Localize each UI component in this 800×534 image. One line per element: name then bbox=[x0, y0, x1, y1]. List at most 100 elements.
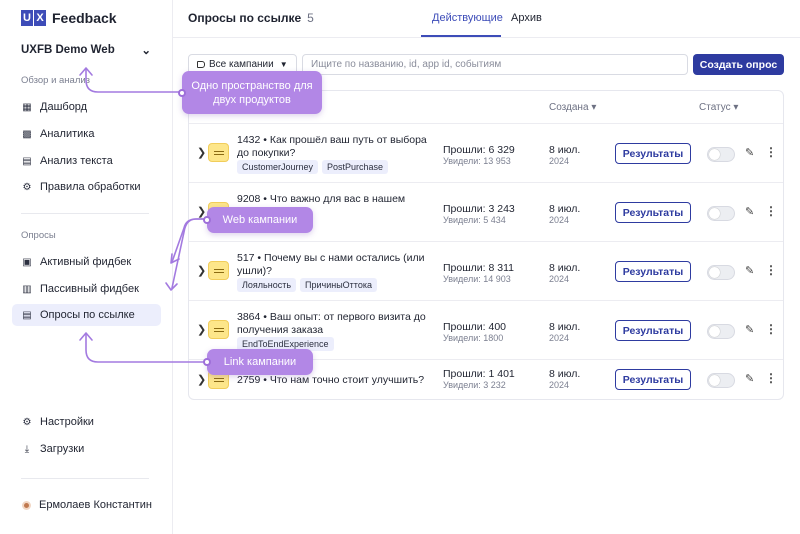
filter-label: Все кампании bbox=[209, 59, 274, 70]
survey-title[interactable]: 9208 • Что важно для вас в нашем bbox=[237, 193, 427, 206]
create-survey-button[interactable]: Создать опрос bbox=[693, 54, 784, 75]
sidebar-item-label: Опросы по ссылке bbox=[40, 309, 135, 321]
results-button[interactable]: Результаты bbox=[615, 202, 691, 223]
passed-count: Прошли: 8 311 bbox=[443, 262, 514, 274]
page-title: Опросы по ссылке 5 bbox=[188, 11, 314, 25]
callout-web: Web кампании bbox=[203, 207, 313, 233]
callout-dot bbox=[203, 216, 211, 224]
sidebar-item-rules[interactable]: ⚙ Правила обработки bbox=[12, 176, 161, 198]
logo-text: Feedback bbox=[52, 10, 117, 26]
table-row[interactable]: ❯ 517 • Почему вы с нами остались (или у… bbox=[189, 241, 783, 300]
passed-count: Прошли: 3 243 bbox=[443, 203, 515, 215]
chevron-right-icon[interactable]: ❯ bbox=[197, 264, 206, 277]
pencil-icon[interactable]: ✎ bbox=[745, 205, 754, 218]
chevron-right-icon[interactable]: ❯ bbox=[197, 323, 206, 336]
pencil-icon[interactable]: ✎ bbox=[745, 264, 754, 277]
user-profile[interactable]: Ермолаев Константин bbox=[12, 494, 161, 516]
column-header-status[interactable]: Статус ▾ bbox=[699, 102, 738, 113]
status-toggle[interactable] bbox=[707, 147, 735, 162]
sidebar-item-link-surveys[interactable]: ▤ Опросы по ссылке bbox=[12, 304, 161, 326]
sidebar-item-label: Аналитика bbox=[40, 128, 95, 140]
callout-workspace-text: Одно пространство для двух продуктов bbox=[191, 79, 313, 106]
workspace-selector[interactable]: UXFB Demo Web ⌄ bbox=[21, 43, 151, 57]
more-vertical-icon[interactable]: ⋮ bbox=[765, 371, 777, 385]
results-button[interactable]: Результаты bbox=[615, 143, 691, 164]
sidebar-item-settings[interactable]: ⚙ Настройки bbox=[12, 411, 161, 433]
logo-letter-x: X bbox=[34, 10, 46, 26]
sidebar-item-analytics[interactable]: ▩ Аналитика bbox=[12, 123, 161, 145]
status-toggle[interactable] bbox=[707, 265, 735, 280]
link-survey-icon: ▤ bbox=[22, 309, 32, 321]
chevron-right-icon[interactable]: ❯ bbox=[197, 146, 206, 159]
created-date: 8 июл. bbox=[549, 262, 581, 274]
more-vertical-icon[interactable]: ⋮ bbox=[765, 263, 777, 277]
column-header-created-label: Создана bbox=[549, 102, 589, 113]
sidebar-item-text-analysis[interactable]: ▤ Анализ текста bbox=[12, 150, 161, 172]
download-icon: ⤓ bbox=[24, 443, 30, 455]
sidebar-item-dashboard[interactable]: ▦ Дашборд bbox=[12, 96, 161, 118]
search-input[interactable] bbox=[302, 54, 688, 75]
more-vertical-icon[interactable]: ⋮ bbox=[765, 322, 777, 336]
tag: Лояльность bbox=[237, 278, 297, 292]
created-date: 8 июл. bbox=[549, 203, 581, 215]
survey-title[interactable]: 2759 • Что нам точно стоит улучшить? bbox=[237, 374, 427, 387]
column-header-created[interactable]: Создана ▾ bbox=[549, 102, 596, 113]
table-row[interactable]: ❯ 1432 • Как прошёл ваш путь от выбора д… bbox=[189, 123, 783, 182]
sidebar-item-label: Правила обработки bbox=[40, 181, 141, 193]
avatar bbox=[22, 500, 31, 510]
sidebar-item-downloads[interactable]: ⤓ Загрузки bbox=[12, 438, 161, 460]
pencil-icon[interactable]: ✎ bbox=[745, 146, 754, 159]
sidebar-divider bbox=[21, 478, 149, 479]
pencil-icon[interactable]: ✎ bbox=[745, 372, 754, 385]
status-toggle[interactable] bbox=[707, 373, 735, 388]
workspace-name: UXFB Demo Web bbox=[21, 44, 115, 56]
survey-title[interactable]: 517 • Почему вы с нами остались (или ушл… bbox=[237, 252, 427, 278]
survey-title[interactable]: 3864 • Ваш опыт: от первого визита до по… bbox=[237, 311, 427, 337]
sidebar-item-label: Настройки bbox=[40, 416, 94, 428]
seen-count: Увидели: 5 434 bbox=[443, 215, 506, 225]
seen-count: Увидели: 1800 bbox=[443, 333, 504, 343]
created-year: 2024 bbox=[549, 274, 570, 284]
status-toggle[interactable] bbox=[707, 206, 735, 221]
tag: PostPurchase bbox=[322, 160, 389, 174]
section-label-overview: Обзор и анализ bbox=[21, 75, 91, 86]
sidebar-item-label: Дашборд bbox=[40, 101, 88, 113]
survey-title[interactable]: 1432 • Как прошёл ваш путь от выбора до … bbox=[237, 134, 427, 160]
tag-icon bbox=[197, 61, 205, 68]
tab-archive[interactable]: Архив bbox=[511, 12, 542, 24]
section-label-surveys: Опросы bbox=[21, 230, 56, 241]
created-year: 2024 bbox=[549, 380, 570, 390]
user-name: Ермолаев Константин bbox=[39, 499, 152, 511]
chevron-right-icon[interactable]: ❯ bbox=[197, 373, 206, 386]
more-vertical-icon[interactable]: ⋮ bbox=[765, 145, 777, 159]
results-button[interactable]: Результаты bbox=[615, 369, 691, 390]
column-header-status-label: Статус bbox=[699, 102, 731, 113]
active-feedback-icon: ▣ bbox=[22, 256, 32, 268]
more-vertical-icon[interactable]: ⋮ bbox=[765, 204, 777, 218]
created-year: 2024 bbox=[549, 215, 570, 225]
passed-count: Прошли: 6 329 bbox=[443, 144, 515, 156]
sidebar: UX Feedback UXFB Demo Web ⌄ Обзор и анал… bbox=[0, 0, 173, 534]
results-button[interactable]: Результаты bbox=[615, 320, 691, 341]
logo[interactable]: UX Feedback bbox=[21, 10, 117, 26]
sidebar-item-passive-feedback[interactable]: ▥ Пассивный фидбек bbox=[12, 278, 161, 300]
header-divider bbox=[173, 37, 800, 38]
status-toggle[interactable] bbox=[707, 324, 735, 339]
sidebar-item-label: Активный фидбек bbox=[40, 256, 132, 268]
pencil-icon[interactable]: ✎ bbox=[745, 323, 754, 336]
tab-active[interactable]: Действующие bbox=[432, 12, 503, 24]
results-button[interactable]: Результаты bbox=[615, 261, 691, 282]
created-year: 2024 bbox=[549, 333, 570, 343]
created-date: 8 июл. bbox=[549, 321, 581, 333]
chevron-down-icon: ⌄ bbox=[141, 45, 151, 57]
callout-dot bbox=[203, 358, 211, 366]
seen-count: Увидели: 13 953 bbox=[443, 156, 511, 166]
tag-list: CustomerJourney PostPurchase bbox=[237, 160, 392, 174]
callout-workspace: Одно пространство для двух продуктов bbox=[178, 71, 322, 114]
sidebar-item-active-feedback[interactable]: ▣ Активный фидбек bbox=[12, 251, 161, 273]
grid-icon: ▦ bbox=[22, 101, 32, 113]
tab-underline bbox=[421, 35, 501, 37]
tag: ПричиныОттока bbox=[300, 278, 377, 292]
page-title-text: Опросы по ссылке bbox=[188, 11, 302, 25]
callout-dot bbox=[178, 88, 186, 97]
